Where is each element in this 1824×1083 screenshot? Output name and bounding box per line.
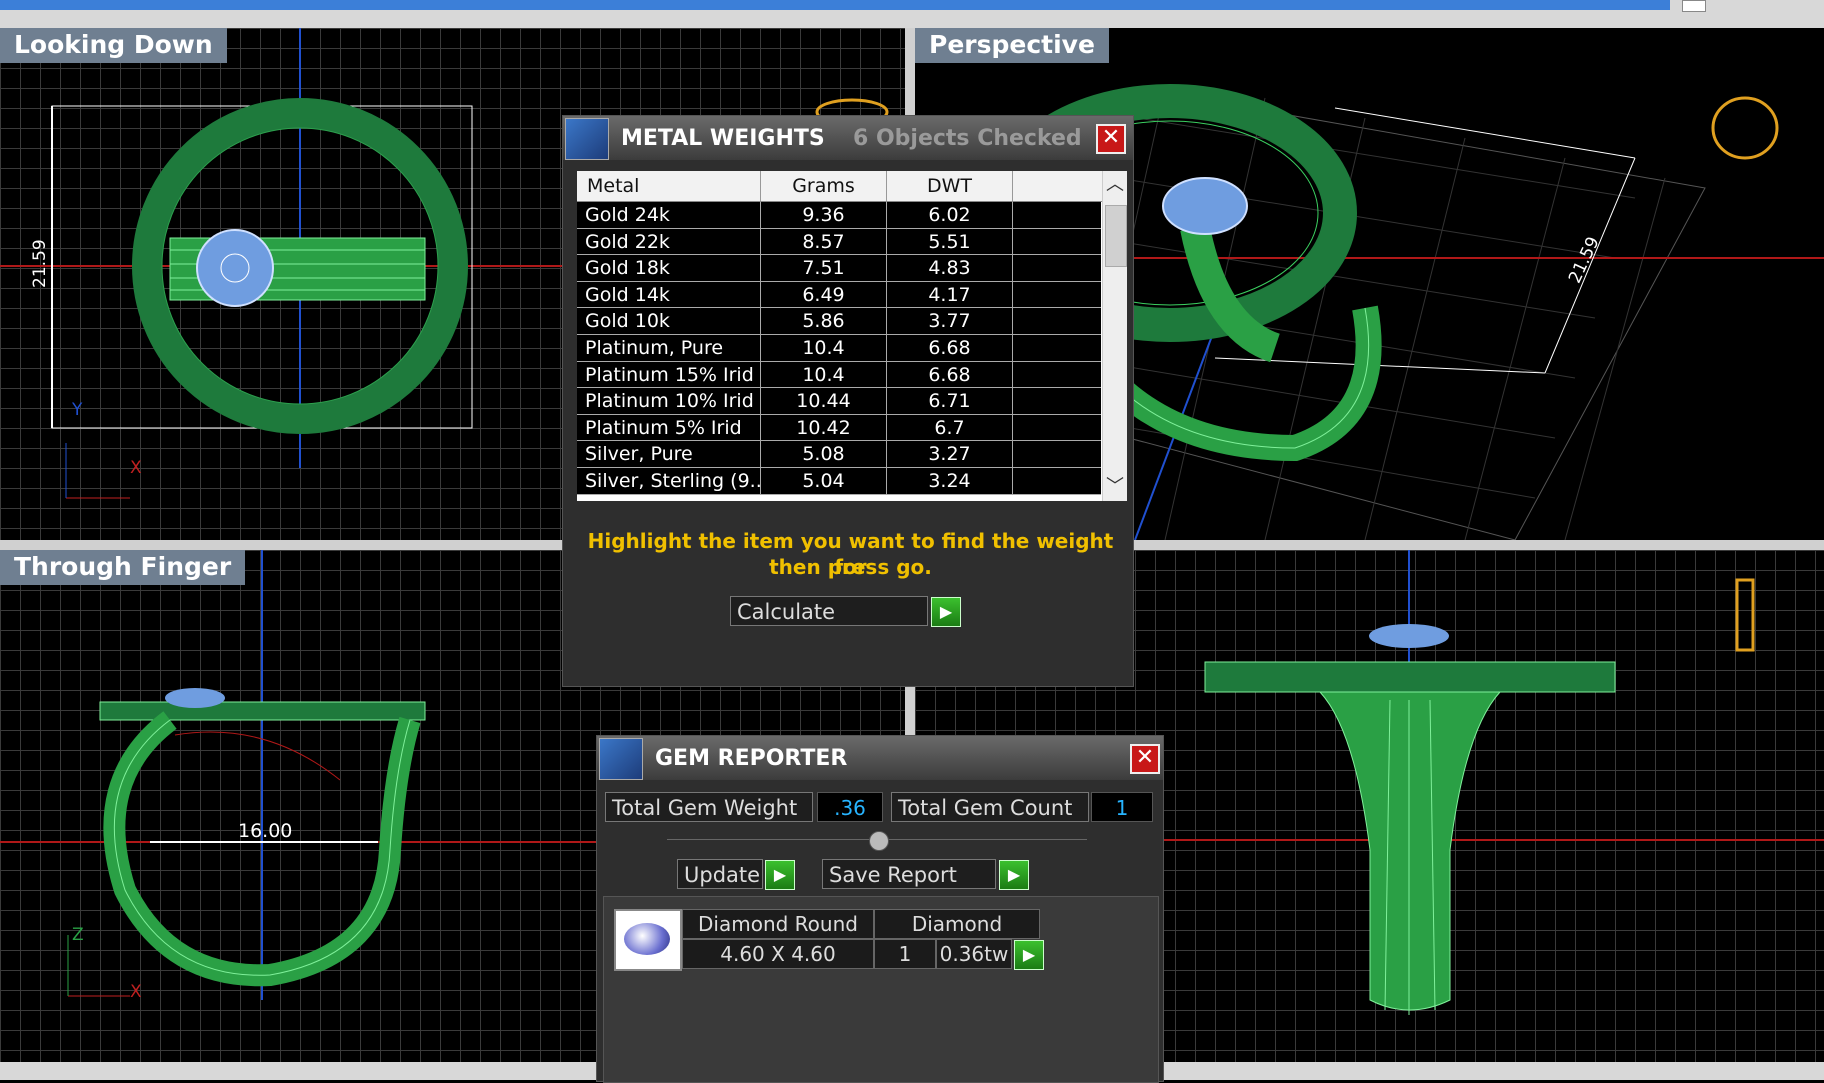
scroll-thumb[interactable] xyxy=(1105,205,1127,267)
viewport-label: Through Finger xyxy=(0,550,246,585)
cell-grams: 10.4 xyxy=(761,361,887,388)
cell-dwt: 4.83 xyxy=(887,255,1013,282)
cell-metal: Platinum, Pure xyxy=(577,334,761,361)
cell-metal: Gold 18k xyxy=(577,255,761,282)
table-row[interactable]: Gold 10k 5.86 3.77 xyxy=(577,308,1101,335)
save-report-go-icon[interactable]: ▶ xyxy=(999,860,1029,890)
cell-dwt: 4.17 xyxy=(887,281,1013,308)
cell-grams: 8.57 xyxy=(761,228,887,255)
splitter-handle-icon[interactable] xyxy=(869,831,889,851)
cell-grams: 5.86 xyxy=(761,308,887,335)
cell-grams: 5.08 xyxy=(761,441,887,468)
cell-dwt: 3.24 xyxy=(887,467,1013,494)
cell-dwt: 6.02 xyxy=(887,202,1013,228)
metal-weights-dialog: METAL WEIGHTS 6 Objects Checked ✕ Metal … xyxy=(562,115,1134,687)
column-header-dwt[interactable]: DWT xyxy=(887,171,1013,201)
cell-metal: Silver, Sterling (9... xyxy=(577,467,761,494)
gem-shape-cell[interactable]: Diamond Round xyxy=(682,909,874,939)
column-header-metal[interactable]: Metal xyxy=(577,171,761,201)
column-header-grams[interactable]: Grams xyxy=(761,171,887,201)
cell-metal: Gold 10k xyxy=(577,308,761,335)
title-progress-strip xyxy=(0,0,1670,10)
gem-go-icon[interactable]: ▶ xyxy=(1014,940,1044,970)
cell-grams: 6.49 xyxy=(761,281,887,308)
table-row[interactable]: Gold 24k 9.36 6.02 xyxy=(577,202,1101,229)
cell-grams: 10.44 xyxy=(761,388,887,415)
cell-dwt: 6.71 xyxy=(887,388,1013,415)
viewport-label: Perspective xyxy=(915,28,1109,63)
objects-checked-status: 6 Objects Checked xyxy=(853,126,1082,151)
save-report-button[interactable]: Save Report xyxy=(822,859,996,889)
update-button[interactable]: Update xyxy=(677,859,763,889)
gem-reporter-title: GEM REPORTER xyxy=(655,746,848,771)
cell-grams: 5.04 xyxy=(761,467,887,494)
metal-weights-title: METAL WEIGHTS xyxy=(621,126,825,151)
close-icon[interactable]: ✕ xyxy=(1130,744,1160,774)
table-header: Metal Grams DWT xyxy=(577,171,1107,202)
table-row[interactable]: Silver, Sterling (9... 5.04 3.24 xyxy=(577,467,1101,495)
total-gem-weight-label: Total Gem Weight xyxy=(605,792,813,822)
gem-reporter-app-icon xyxy=(599,738,643,780)
table-row[interactable]: Platinum 10% Irid 10.44 6.71 xyxy=(577,388,1101,415)
dimension-label: 16.00 xyxy=(238,820,293,842)
diamond-thumbnail-icon[interactable] xyxy=(614,909,682,971)
dimension-label: 21.59 xyxy=(30,239,50,288)
gem-list-panel: Diamond Round Diamond 4.60 X 4.60 1 0.36… xyxy=(603,896,1159,1083)
cell-dwt: 5.51 xyxy=(887,228,1013,255)
metal-weights-table[interactable]: Metal Grams DWT Gold 24k 9.36 6.02 Gold 22k… xyxy=(577,171,1127,501)
cell-dwt: 3.77 xyxy=(887,308,1013,335)
cell-dwt: 6.68 xyxy=(887,334,1013,361)
cell-metal: Gold 24k xyxy=(577,202,761,228)
cell-metal: Silver, Pure xyxy=(577,441,761,468)
metal-weights-app-icon xyxy=(565,118,609,160)
scroll-up-icon[interactable]: ︿ xyxy=(1103,173,1127,197)
total-gem-count-label: Total Gem Count xyxy=(891,792,1089,822)
table-row[interactable]: Silver, Pure 5.08 3.27 xyxy=(577,441,1101,468)
scroll-down-icon[interactable]: ﹀ xyxy=(1103,475,1127,499)
cell-dwt: 6.7 xyxy=(887,414,1013,441)
cell-metal: Gold 22k xyxy=(577,228,761,255)
gem-type-cell[interactable]: Diamond xyxy=(874,909,1040,939)
gem-size-cell[interactable]: 4.60 X 4.60 xyxy=(682,939,874,969)
gem-reporter-dialog: GEM REPORTER ✕ Total Gem Weight .36 Tota… xyxy=(596,735,1164,1083)
total-gem-weight-value: .36 xyxy=(817,792,883,822)
instruction-line-2: then press go. xyxy=(769,555,932,579)
table-body: Gold 24k 9.36 6.02 Gold 22k 8.57 5.51 Gold 18k… xyxy=(577,202,1101,495)
window-control[interactable] xyxy=(1682,0,1706,12)
cell-dwt: 3.27 xyxy=(887,441,1013,468)
cell-grams: 10.42 xyxy=(761,414,887,441)
gem-count-cell[interactable]: 1 xyxy=(874,939,936,969)
cell-metal: Gold 14k xyxy=(577,281,761,308)
window-titlebar xyxy=(0,0,1824,28)
cell-grams: 9.36 xyxy=(761,202,887,228)
gem-weight-cell[interactable]: 0.36tw xyxy=(936,939,1012,969)
axis-z-label: Z xyxy=(72,925,84,945)
viewport-label: Looking Down xyxy=(0,28,227,63)
cell-grams: 10.4 xyxy=(761,334,887,361)
calculate-go-icon[interactable]: ▶ xyxy=(931,597,961,627)
axis-x-label: X xyxy=(130,982,142,1002)
cell-metal: Platinum 5% Irid xyxy=(577,414,761,441)
cell-metal: Platinum 10% Irid xyxy=(577,388,761,415)
table-row[interactable]: Gold 18k 7.51 4.83 xyxy=(577,255,1101,282)
close-icon[interactable]: ✕ xyxy=(1096,124,1126,154)
update-go-icon[interactable]: ▶ xyxy=(765,860,795,890)
table-scrollbar[interactable]: ︿ ﹀ xyxy=(1102,171,1127,501)
calculate-button[interactable]: Calculate xyxy=(730,596,928,626)
cell-metal: Platinum 15% Irid xyxy=(577,361,761,388)
table-row[interactable]: Platinum 5% Irid 10.42 6.7 xyxy=(577,414,1101,442)
table-row[interactable]: Gold 14k 6.49 4.17 xyxy=(577,281,1101,309)
axis-y-label: Y xyxy=(72,400,83,420)
table-row[interactable]: Gold 22k 8.57 5.51 xyxy=(577,228,1101,256)
total-gem-count-value: 1 xyxy=(1091,792,1153,822)
axis-x-label: X xyxy=(130,458,142,478)
table-row[interactable]: Platinum, Pure 10.4 6.68 xyxy=(577,334,1101,362)
cell-grams: 7.51 xyxy=(761,255,887,282)
table-row[interactable]: Platinum 15% Irid 10.4 6.68 xyxy=(577,361,1101,389)
cell-dwt: 6.68 xyxy=(887,361,1013,388)
